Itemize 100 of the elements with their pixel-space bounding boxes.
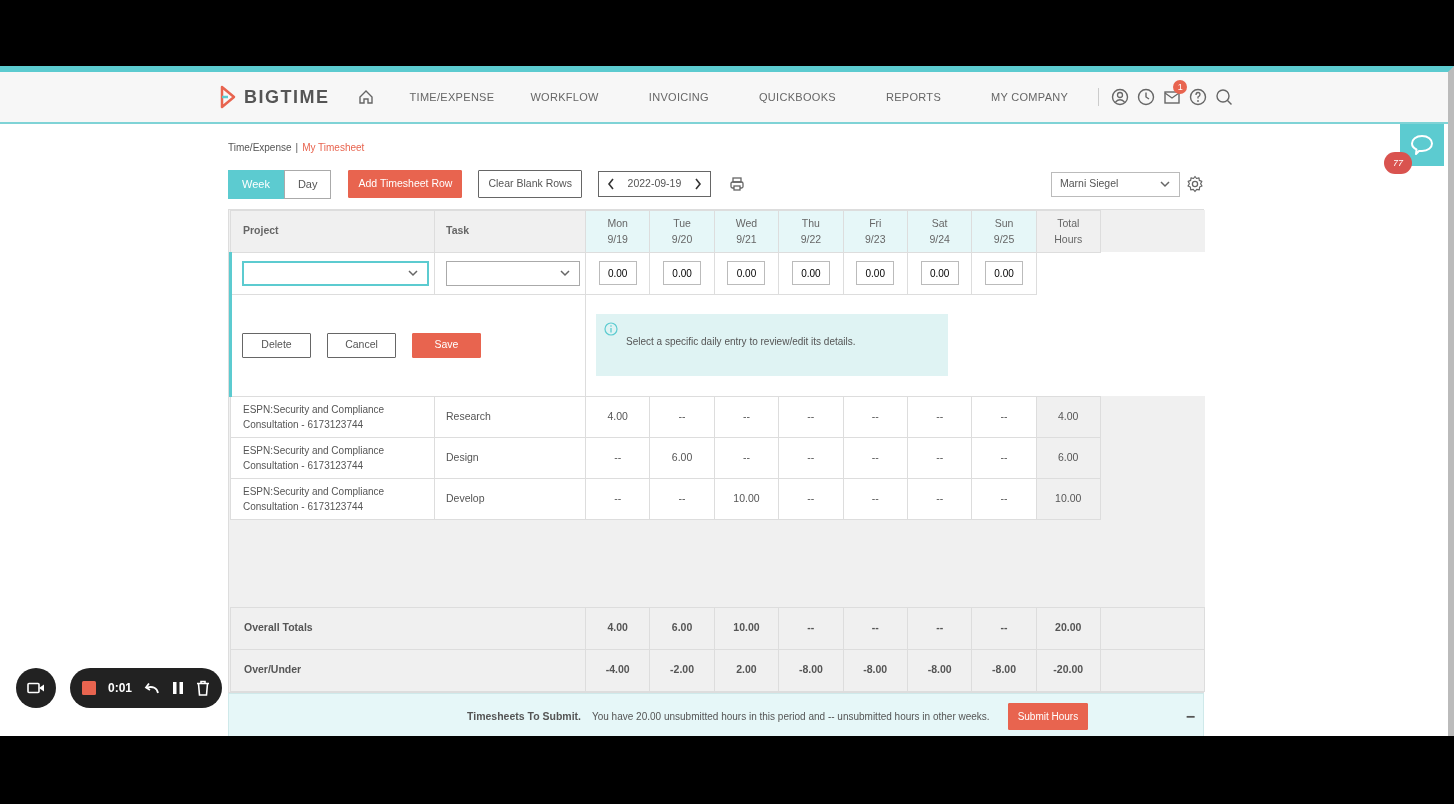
chevron-down-icon	[559, 267, 571, 279]
project-cell-text: ESPN:Security and Compliance Consultation - 6173123744	[243, 402, 386, 432]
nav-link[interactable]: MY COMPANY	[991, 88, 1069, 106]
hours-cell: --	[871, 409, 879, 422]
column-header: Total	[1056, 216, 1081, 231]
date-picker[interactable]: 2022-09-19	[597, 171, 711, 198]
logo-text[interactable]: BIGTIME	[244, 83, 330, 111]
camera-button[interactable]	[16, 668, 56, 708]
nav-link[interactable]: INVOICING	[648, 88, 709, 106]
summary-cell: 10.00	[733, 621, 760, 634]
total-cell: 4.00	[1058, 409, 1079, 422]
summary-cell: -8.00	[798, 663, 823, 676]
hours-cell: 6.00	[671, 450, 693, 463]
summary-cell: --	[936, 621, 944, 634]
hours-cell: --	[936, 450, 944, 463]
hours-cell: 10.00	[733, 491, 760, 504]
summary-cell: 2.00	[736, 663, 757, 676]
hours-cell: --	[678, 409, 686, 422]
hours-cell: --	[742, 409, 750, 422]
hours-input[interactable]: 0.00	[985, 261, 1024, 285]
hours-cell: --	[742, 450, 750, 463]
hours-cell: --	[871, 491, 879, 504]
column-header: Task	[446, 224, 470, 237]
user-select[interactable]: Marni Siegel	[1051, 171, 1180, 197]
home-icon[interactable]	[357, 89, 374, 105]
chat-bubble-icon	[1410, 134, 1434, 156]
hours-cell: 4.00	[607, 409, 628, 422]
logo-icon	[220, 85, 236, 109]
video-camera-icon	[27, 682, 45, 694]
summary-cell: -4.00	[605, 663, 630, 676]
user-icon[interactable]	[1111, 88, 1130, 106]
info-icon	[604, 322, 618, 336]
column-header: Hours	[1053, 232, 1084, 247]
hours-cell: --	[807, 491, 815, 504]
action-button[interactable]: Delete	[242, 332, 311, 358]
hours-cell: --	[807, 409, 815, 422]
summary-cell: --	[871, 621, 879, 634]
project-cell-text: ESPN:Security and Compliance Consultation - 6173123744	[243, 443, 386, 473]
total-cell: 6.00	[1058, 450, 1079, 463]
hours-cell: --	[1000, 491, 1008, 504]
summary-total: -20.00	[1053, 663, 1084, 676]
summary-cell: --	[1000, 621, 1008, 634]
view-tab[interactable]: Day	[283, 170, 332, 199]
summary-label: Overall Totals	[244, 621, 313, 634]
help-icon[interactable]	[1189, 88, 1208, 106]
hours-input[interactable]: 0.00	[663, 261, 702, 285]
day-header: Thu	[800, 216, 821, 231]
action-button[interactable]: Cancel	[327, 332, 396, 358]
hours-cell: --	[871, 450, 879, 463]
previous-icon[interactable]	[606, 178, 615, 191]
nav-link[interactable]: WORKFLOW	[530, 88, 599, 106]
hours-cell: --	[936, 409, 944, 422]
hours-cell: --	[678, 491, 686, 504]
hours-input[interactable]: 0.00	[920, 261, 959, 285]
hours-cell: --	[807, 450, 815, 463]
day-header: Mon	[606, 216, 629, 231]
date-header: 9/22	[799, 232, 823, 247]
project-cell-text: ESPN:Security and Compliance Consultation - 6173123744	[243, 484, 386, 514]
hours-input[interactable]: 0.00	[598, 261, 637, 285]
nav-link[interactable]: TIME/EXPENSE	[409, 88, 495, 106]
hours-input[interactable]: 0.00	[727, 261, 766, 285]
breadcrumb-link[interactable]: My Timesheet	[302, 140, 365, 155]
summary-label: Over/Under	[244, 663, 302, 676]
hours-input[interactable]: 0.00	[791, 261, 830, 285]
nav-link[interactable]: QUICKBOOKS	[758, 88, 836, 106]
total-cell: 10.00	[1055, 491, 1082, 504]
day-header: Sun	[993, 216, 1015, 231]
date-header: 9/20	[670, 232, 694, 247]
collapse-toggle[interactable]: −	[1185, 704, 1195, 729]
mail-icon[interactable]	[1163, 88, 1182, 107]
date-text: 2022-09-19	[627, 176, 682, 192]
print-icon[interactable]	[728, 176, 745, 193]
task-cell: Design	[446, 450, 479, 463]
clock-icon[interactable]	[1137, 88, 1156, 106]
hours-cell: --	[614, 491, 622, 504]
settings-icon[interactable]	[1186, 175, 1204, 194]
breadcrumb-link[interactable]: Time/Expense	[228, 140, 292, 155]
search-icon[interactable]	[1215, 88, 1234, 106]
chevron-down-icon	[407, 267, 419, 279]
pause-icon[interactable]	[172, 681, 185, 695]
undo-icon[interactable]	[144, 681, 161, 695]
hours-input[interactable]: 0.00	[856, 261, 895, 285]
summary-cell: -2.00	[670, 663, 695, 676]
summary-cell: 4.00	[607, 621, 628, 634]
info-text: Select a specific daily entry to review/edit its details.	[626, 335, 856, 349]
date-header: 9/25	[992, 232, 1016, 247]
day-header: Wed	[734, 216, 759, 231]
task-cell: Develop	[446, 491, 485, 504]
summary-cell: -8.00	[927, 663, 952, 676]
task-cell: Research	[446, 409, 491, 422]
breadcrumb-separator: |	[295, 141, 299, 155]
summary-cell: 6.00	[671, 621, 693, 634]
hours-cell: --	[1000, 450, 1008, 463]
next-icon[interactable]	[693, 178, 702, 191]
date-header: 9/24	[928, 232, 951, 247]
hours-cell: --	[614, 450, 622, 463]
day-header: Fri	[868, 216, 883, 231]
nav-link[interactable]: REPORTS	[885, 88, 941, 106]
trash-icon[interactable]	[196, 680, 211, 696]
clear-rows-button[interactable]: Clear Blank Rows	[478, 170, 582, 199]
